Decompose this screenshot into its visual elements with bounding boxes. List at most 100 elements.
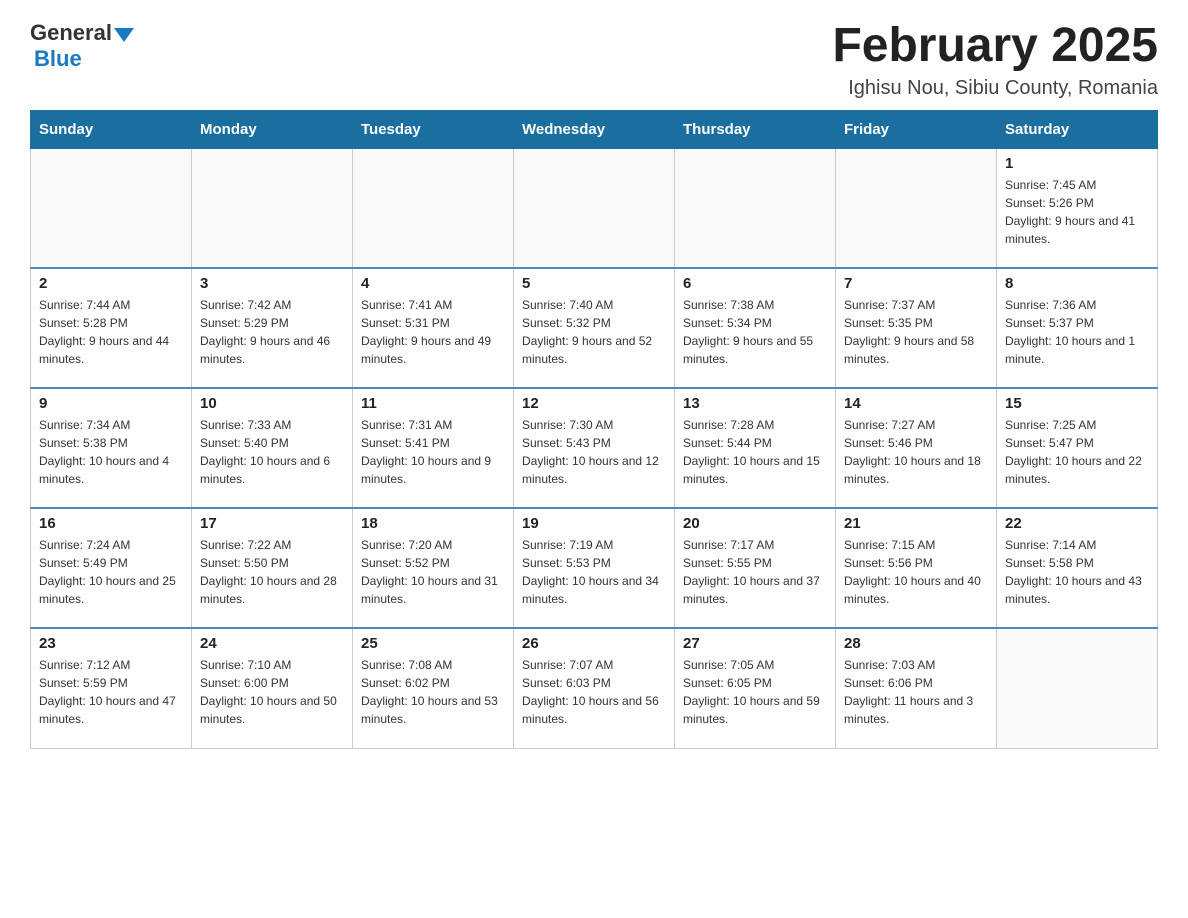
logo-arrow-icon (114, 28, 134, 42)
calendar-day-cell: 28Sunrise: 7:03 AMSunset: 6:06 PMDayligh… (836, 628, 997, 748)
day-number: 12 (522, 395, 666, 412)
calendar-week-row: 1 Sunrise: 7:45 AMSunset: 5:26 PMDaylight… (31, 148, 1158, 268)
calendar-day-cell: 12 Sunrise: 7:30 AMSunset: 5:43 PMDayligh… (514, 388, 675, 508)
day-number: 5 (522, 275, 666, 292)
day-number: 4 (361, 275, 505, 292)
calendar-day-cell: 9Sunrise: 7:34 AMSunset: 5:38 PMDaylight… (31, 388, 192, 508)
day-of-week-header-saturday: Saturday (997, 110, 1158, 148)
day-of-week-header-sunday: Sunday (31, 110, 192, 148)
calendar-day-cell: 26 Sunrise: 7:07 AMSunset: 6:03 PMDayligh… (514, 628, 675, 748)
day-info: Sunrise: 7:14 AMSunset: 5:58 PMDaylight:… (1005, 536, 1149, 608)
day-number: 10 (200, 395, 344, 412)
day-number: 22 (1005, 515, 1149, 532)
day-number: 1 (1005, 155, 1149, 172)
calendar-day-cell: 10 Sunrise: 7:33 AMSunset: 5:40 PMDayligh… (192, 388, 353, 508)
day-info: Sunrise: 7:31 AMSunset: 5:41 PMDaylight:… (361, 416, 505, 488)
day-number: 27 (683, 635, 827, 652)
calendar-day-cell: 24 Sunrise: 7:10 AMSunset: 6:00 PMDayligh… (192, 628, 353, 748)
calendar-day-cell: 4 Sunrise: 7:41 AMSunset: 5:31 PMDaylight… (353, 268, 514, 388)
day-number: 25 (361, 635, 505, 652)
logo: General Blue (30, 20, 136, 72)
calendar-week-row: 2 Sunrise: 7:44 AMSunset: 5:28 PMDaylight… (31, 268, 1158, 388)
day-number: 26 (522, 635, 666, 652)
calendar-day-cell (192, 148, 353, 268)
day-info: Sunrise: 7:44 AMSunset: 5:28 PMDaylight:… (39, 296, 183, 368)
day-info: Sunrise: 7:30 AMSunset: 5:43 PMDaylight:… (522, 416, 666, 488)
day-number: 16 (39, 515, 183, 532)
calendar-day-cell (514, 148, 675, 268)
calendar-day-cell: 25 Sunrise: 7:08 AMSunset: 6:02 PMDayligh… (353, 628, 514, 748)
calendar-day-cell: 2 Sunrise: 7:44 AMSunset: 5:28 PMDaylight… (31, 268, 192, 388)
day-number: 15 (1005, 395, 1149, 412)
calendar-day-cell: 22 Sunrise: 7:14 AMSunset: 5:58 PMDayligh… (997, 508, 1158, 628)
logo-blue-text: Blue (34, 46, 82, 71)
day-info: Sunrise: 7:45 AMSunset: 5:26 PMDaylight:… (1005, 176, 1149, 248)
calendar-day-cell (675, 148, 836, 268)
day-of-week-header-wednesday: Wednesday (514, 110, 675, 148)
day-info: Sunrise: 7:22 AMSunset: 5:50 PMDaylight:… (200, 536, 344, 608)
day-info: Sunrise: 7:05 AMSunset: 6:05 PMDaylight:… (683, 656, 827, 728)
day-info: Sunrise: 7:10 AMSunset: 6:00 PMDaylight:… (200, 656, 344, 728)
calendar-table: SundayMondayTuesdayWednesdayThursdayFrid… (30, 110, 1158, 749)
calendar-day-cell: 19 Sunrise: 7:19 AMSunset: 5:53 PMDayligh… (514, 508, 675, 628)
day-number: 21 (844, 515, 988, 532)
calendar-day-cell: 27 Sunrise: 7:05 AMSunset: 6:05 PMDayligh… (675, 628, 836, 748)
calendar-week-row: 9Sunrise: 7:34 AMSunset: 5:38 PMDaylight… (31, 388, 1158, 508)
calendar-day-cell: 8 Sunrise: 7:36 AMSunset: 5:37 PMDaylight… (997, 268, 1158, 388)
day-info: Sunrise: 7:28 AMSunset: 5:44 PMDaylight:… (683, 416, 827, 488)
day-info: Sunrise: 7:08 AMSunset: 6:02 PMDaylight:… (361, 656, 505, 728)
calendar-day-cell (836, 148, 997, 268)
day-info: Sunrise: 7:37 AMSunset: 5:35 PMDaylight:… (844, 296, 988, 368)
calendar-day-cell: 21 Sunrise: 7:15 AMSunset: 5:56 PMDayligh… (836, 508, 997, 628)
day-info: Sunrise: 7:12 AMSunset: 5:59 PMDaylight:… (39, 656, 183, 728)
month-title: February 2025 (832, 20, 1158, 73)
day-number: 28 (844, 635, 988, 652)
calendar-day-cell (353, 148, 514, 268)
calendar-day-cell: 1 Sunrise: 7:45 AMSunset: 5:26 PMDaylight… (997, 148, 1158, 268)
day-info: Sunrise: 7:25 AMSunset: 5:47 PMDaylight:… (1005, 416, 1149, 488)
calendar-day-cell: 18Sunrise: 7:20 AMSunset: 5:52 PMDayligh… (353, 508, 514, 628)
day-info: Sunrise: 7:20 AMSunset: 5:52 PMDaylight:… (361, 536, 505, 608)
calendar-day-cell: 11 Sunrise: 7:31 AMSunset: 5:41 PMDayligh… (353, 388, 514, 508)
calendar-day-cell (997, 628, 1158, 748)
page-header: General Blue February 2025 Ighisu Nou, S… (30, 20, 1158, 100)
day-number: 6 (683, 275, 827, 292)
day-info: Sunrise: 7:34 AMSunset: 5:38 PMDaylight:… (39, 416, 183, 488)
calendar-day-cell: 6Sunrise: 7:38 AMSunset: 5:34 PMDaylight… (675, 268, 836, 388)
day-number: 14 (844, 395, 988, 412)
day-number: 17 (200, 515, 344, 532)
calendar-day-cell: 20Sunrise: 7:17 AMSunset: 5:55 PMDayligh… (675, 508, 836, 628)
day-number: 20 (683, 515, 827, 532)
location-text: Ighisu Nou, Sibiu County, Romania (832, 77, 1158, 100)
day-number: 3 (200, 275, 344, 292)
day-info: Sunrise: 7:42 AMSunset: 5:29 PMDaylight:… (200, 296, 344, 368)
day-info: Sunrise: 7:07 AMSunset: 6:03 PMDaylight:… (522, 656, 666, 728)
day-info: Sunrise: 7:15 AMSunset: 5:56 PMDaylight:… (844, 536, 988, 608)
calendar-day-cell: 16 Sunrise: 7:24 AMSunset: 5:49 PMDayligh… (31, 508, 192, 628)
calendar-day-cell: 7Sunrise: 7:37 AMSunset: 5:35 PMDaylight… (836, 268, 997, 388)
calendar-day-cell: 17 Sunrise: 7:22 AMSunset: 5:50 PMDayligh… (192, 508, 353, 628)
day-of-week-header-friday: Friday (836, 110, 997, 148)
calendar-day-cell: 3 Sunrise: 7:42 AMSunset: 5:29 PMDaylight… (192, 268, 353, 388)
calendar-week-row: 23 Sunrise: 7:12 AMSunset: 5:59 PMDayligh… (31, 628, 1158, 748)
day-info: Sunrise: 7:19 AMSunset: 5:53 PMDaylight:… (522, 536, 666, 608)
day-number: 13 (683, 395, 827, 412)
day-info: Sunrise: 7:24 AMSunset: 5:49 PMDaylight:… (39, 536, 183, 608)
day-number: 11 (361, 395, 505, 412)
day-number: 23 (39, 635, 183, 652)
calendar-day-cell: 23 Sunrise: 7:12 AMSunset: 5:59 PMDayligh… (31, 628, 192, 748)
title-block: February 2025 Ighisu Nou, Sibiu County, … (832, 20, 1158, 100)
day-info: Sunrise: 7:33 AMSunset: 5:40 PMDaylight:… (200, 416, 344, 488)
day-number: 19 (522, 515, 666, 532)
day-info: Sunrise: 7:36 AMSunset: 5:37 PMDaylight:… (1005, 296, 1149, 368)
day-of-week-header-thursday: Thursday (675, 110, 836, 148)
calendar-day-cell: 13 Sunrise: 7:28 AMSunset: 5:44 PMDayligh… (675, 388, 836, 508)
day-of-week-header-monday: Monday (192, 110, 353, 148)
day-info: Sunrise: 7:41 AMSunset: 5:31 PMDaylight:… (361, 296, 505, 368)
day-number: 8 (1005, 275, 1149, 292)
calendar-day-cell: 5Sunrise: 7:40 AMSunset: 5:32 PMDaylight… (514, 268, 675, 388)
calendar-day-cell (31, 148, 192, 268)
day-number: 24 (200, 635, 344, 652)
day-number: 2 (39, 275, 183, 292)
calendar-week-row: 16 Sunrise: 7:24 AMSunset: 5:49 PMDayligh… (31, 508, 1158, 628)
